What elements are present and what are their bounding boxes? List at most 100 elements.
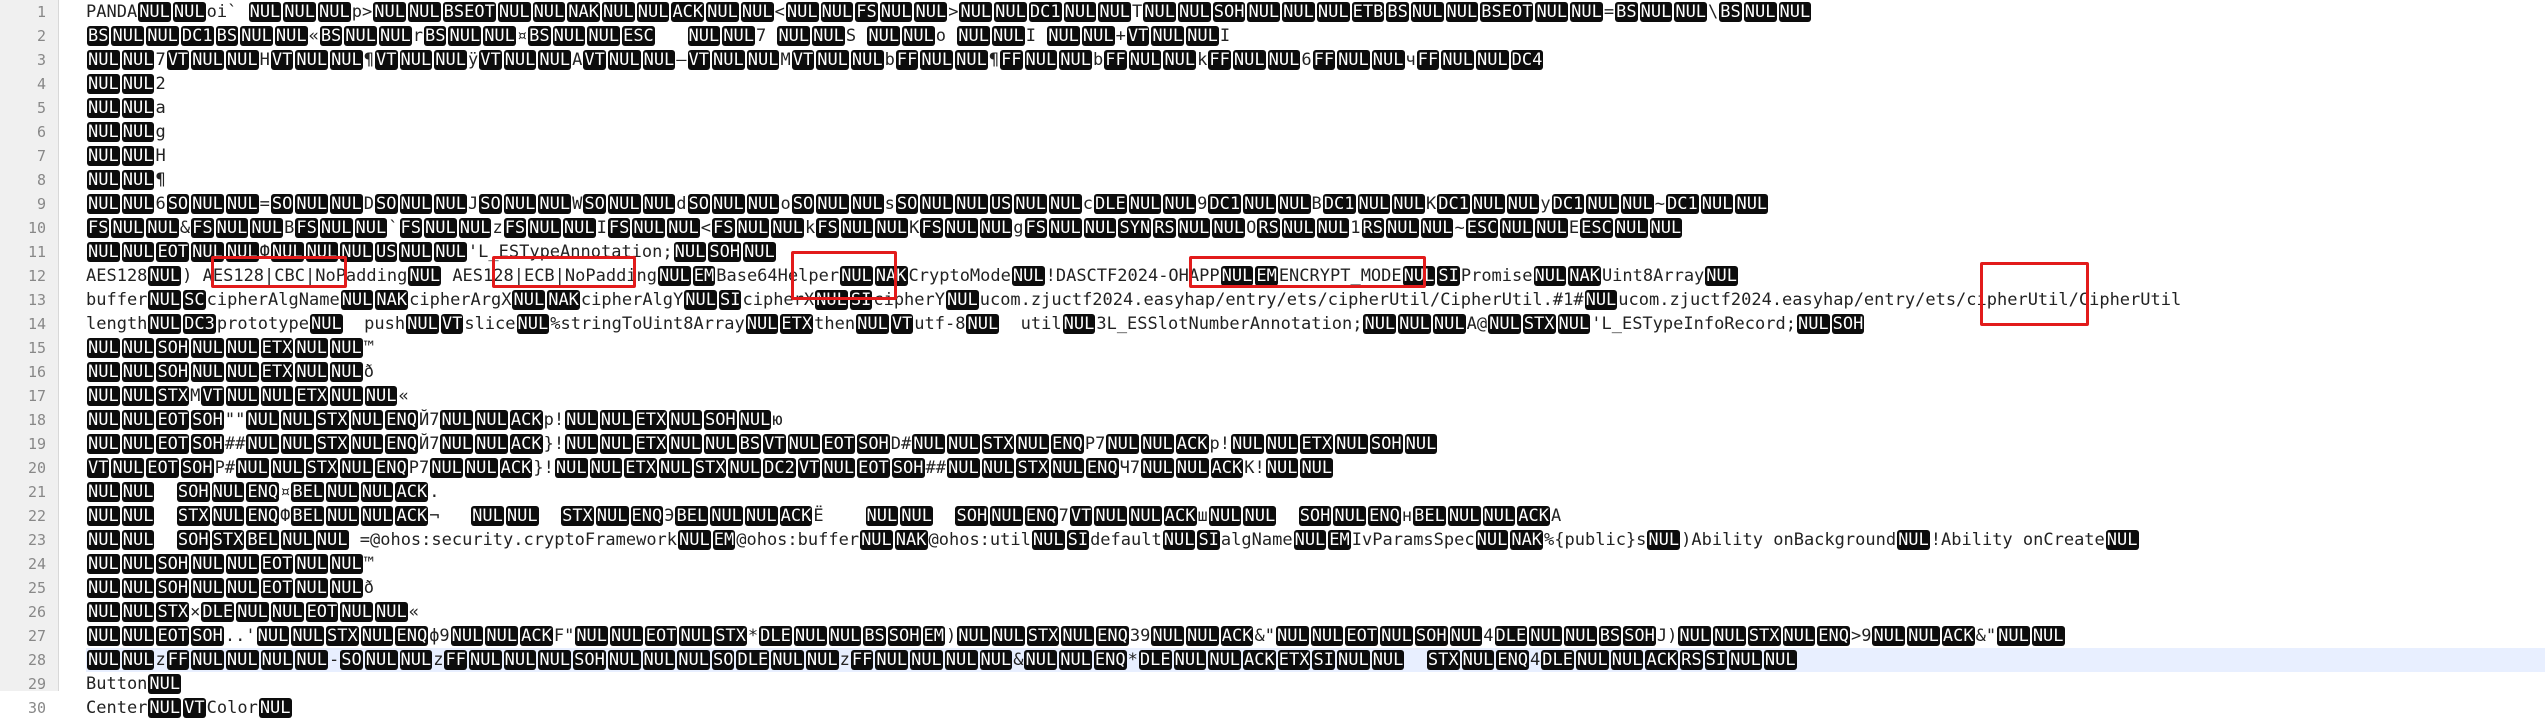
- control-char-token: NUL: [1300, 458, 1334, 478]
- control-char-token: NAK: [894, 530, 928, 550]
- control-char-token: NUL: [565, 410, 598, 430]
- code-line[interactable]: NUL NUL SOH STX BEL NUL NUL =@ohos:security.c…: [86, 528, 2545, 552]
- control-char-token: ENQ: [1051, 434, 1084, 454]
- control-char-token: VT: [687, 50, 711, 70]
- code-line[interactable]: NUL NUL 6 SO NUL NUL = SO NUL NUL D SO NUL NUL J SO NUL N…: [86, 192, 2545, 216]
- control-char-token: SOH: [573, 650, 606, 670]
- code-line[interactable]: NUL NUL STX NUL ENQ Ф BEL NUL NUL ACK ¬ NUL NUL ST…: [86, 504, 2545, 528]
- code-line[interactable]: NUL NUL EOT NUL NUL Ф NUL NUL NUL US NUL NUL 'L_ESTy…: [86, 240, 2545, 264]
- code-line[interactable]: AES128 NUL) AES128|CBC|NoPadding NUL AES12…: [86, 264, 2545, 288]
- code-line[interactable]: NUL NUL g: [86, 120, 2545, 144]
- code-line[interactable]: NUL NUL a: [86, 96, 2545, 120]
- control-char-token: SI: [1066, 530, 1090, 550]
- control-char-token: NUL: [1729, 650, 1762, 670]
- hex-text-editor[interactable]: 1 2 3 4 5 6 7 8 9 10 11 12 13 14 15 16 17 18 19 20 21 22 23 24 2…: [0, 0, 2545, 718]
- code-text: н: [1401, 506, 1413, 526]
- control-char-token: ACK: [1243, 650, 1276, 670]
- control-char-token: NUL: [430, 458, 463, 478]
- control-char-token: FF: [895, 50, 919, 70]
- control-char-token: ETX: [780, 314, 814, 334]
- control-char-token: ENQ: [246, 506, 280, 526]
- control-char-token: NUL: [350, 434, 384, 454]
- control-char-token: NUL: [738, 410, 772, 430]
- control-char-token: NUL: [471, 506, 504, 526]
- code-line[interactable]: NUL NUL STX × DLE NUL NUL EOT NUL NUL «: [86, 600, 2545, 624]
- code-line[interactable]: NUL NUL ¶: [86, 168, 2545, 192]
- control-char-token: NUL: [1151, 26, 1185, 46]
- code-line[interactable]: Button NUL: [86, 672, 2545, 696]
- code-line[interactable]: NUL NUL H: [86, 144, 2545, 168]
- control-char-token: NUL: [319, 218, 353, 238]
- control-char-token: NUL: [1059, 50, 1092, 70]
- control-char-token: NUL: [148, 674, 182, 694]
- control-char-token: NUL: [87, 98, 120, 118]
- control-char-token: NUL: [677, 650, 710, 670]
- code-line[interactable]: NUL NUL EOT SOH ## NUL NUL STX NUL ENQ Й7 NUL NUL ACK…: [86, 432, 2545, 456]
- code-text: >: [948, 2, 959, 22]
- code-area[interactable]: PANDA NUL NUL oi` NUL NUL NUL p> NUL NUL BSEOT NUL…: [86, 0, 2545, 720]
- line-number: 30: [27, 699, 46, 717]
- control-char-token: NUL: [1404, 434, 1438, 454]
- code-line[interactable]: NUL NUL SOH NUL ENQ ¤ BEL NUL NUL ACK.: [86, 480, 2545, 504]
- control-char-token: NUL: [1743, 2, 1777, 22]
- code-text: H: [155, 146, 166, 166]
- control-char-token: NUL: [270, 458, 304, 478]
- code-text: d: [676, 194, 687, 214]
- code-line[interactable]: NUL NUL SOH NUL NUL ETX NUL NUL ð: [86, 360, 2545, 384]
- code-line[interactable]: NUL NUL STX M VT NUL NUL ETX NUL NUL «: [86, 384, 2545, 408]
- control-char-token: NUL: [148, 266, 182, 286]
- control-char-token: NUL: [1500, 218, 1534, 238]
- control-char-token: NUL: [867, 26, 901, 46]
- code-line[interactable]: BS NUL NUL DC1 BS NUL NUL «BS NUL NUL r BS NUL NUL ¤ BS…: [86, 24, 2545, 48]
- control-char-token: NUL: [434, 194, 467, 214]
- code-line[interactable]: VT NUL EOT SOH P# NUL NUL STX NUL ENQ P7 NUL NUL ACK}…: [86, 456, 2545, 480]
- control-char-token: NUL: [281, 530, 314, 550]
- code-text: &: [179, 218, 191, 238]
- code-line[interactable]: Center NUL VT Color NUL: [86, 696, 2545, 720]
- code-line[interactable]: NUL NUL EOT SOH ..' NUL NUL STX NUL ENQ ф9 NUL NUL AC…: [86, 624, 2545, 648]
- code-text: E: [1568, 218, 1580, 238]
- code-line[interactable]: PANDA NUL NUL oi` NUL NUL NUL p> NUL NUL BSEOT NUL…: [86, 0, 2545, 24]
- code-text: ~: [1454, 218, 1465, 238]
- control-char-token: ENQ: [1024, 506, 1058, 526]
- code-text: A: [572, 50, 583, 70]
- control-char-token: DC2: [763, 458, 796, 478]
- control-char-token: NUL: [512, 290, 546, 310]
- control-char-token: SOH: [703, 410, 737, 430]
- control-char-token: NUL: [87, 170, 120, 190]
- control-char-token: DC1: [1028, 2, 1062, 22]
- code-line[interactable]: NUL NUL 2: [86, 72, 2545, 96]
- code-text: ..': [224, 626, 256, 646]
- control-char-token: RS: [1257, 218, 1280, 238]
- control-char-token: ETX: [634, 434, 668, 454]
- line-number: 27: [27, 627, 46, 645]
- control-char-token: BSEOT: [1480, 2, 1534, 22]
- code-text: NoPadding: [315, 266, 408, 286]
- code-text: z: [492, 218, 503, 238]
- code-line[interactable]: length NUL DC3 prototype NUL push NUL VT slice N…: [86, 312, 2545, 336]
- line-number: 18: [27, 411, 46, 429]
- code-line[interactable]: buffer NUL SC cipherAlgName NUL NAK cipherArgX…: [86, 288, 2545, 312]
- control-char-token: NUL: [816, 50, 849, 70]
- control-char-token: NUL: [805, 650, 839, 670]
- code-line[interactable]: NUL NUL EOT SOH "" NUL NUL STX NUL ENQ Й7 NUL NUL ACK…: [86, 408, 2545, 432]
- control-char-token: BEL: [246, 530, 280, 550]
- control-char-token: NUL: [191, 650, 224, 670]
- control-char-token: NUL: [121, 50, 155, 70]
- code-line[interactable]: NUL NUL SOH NUL NUL EOT NUL NUL ð: [86, 576, 2545, 600]
- control-char-token: NUL: [1061, 626, 1095, 646]
- control-char-token: NUL: [990, 506, 1023, 526]
- code-line[interactable]: NUL NUL SOH NUL NUL ETX NUL NUL ™: [86, 336, 2545, 360]
- code-line[interactable]: NUL NUL z FF NUL NUL NUL NUL - SO NUL NUL z FF NUL NUL N…: [86, 648, 2545, 672]
- control-char-token: NUL: [121, 482, 155, 502]
- code-line[interactable]: NUL NUL 7 VT NUL NUL H VT NUL NUL ¶ VT NUL NUL ÿ VT NUL N…: [86, 48, 2545, 72]
- code-line[interactable]: NUL NUL SOH NUL NUL EOT NUL NUL ™: [86, 552, 2545, 576]
- control-char-token: NUL: [1081, 26, 1115, 46]
- control-char-token: NUL: [236, 602, 269, 622]
- code-text: I: [596, 218, 607, 238]
- code-line[interactable]: FS NUL NUL & FS NUL NUL B FS NUL NUL ` FS NUL NUL z FS NU…: [86, 216, 2545, 240]
- control-char-token: FS: [920, 218, 943, 238]
- control-char-token: NUL: [270, 242, 304, 262]
- control-char-token: NUL: [424, 218, 457, 238]
